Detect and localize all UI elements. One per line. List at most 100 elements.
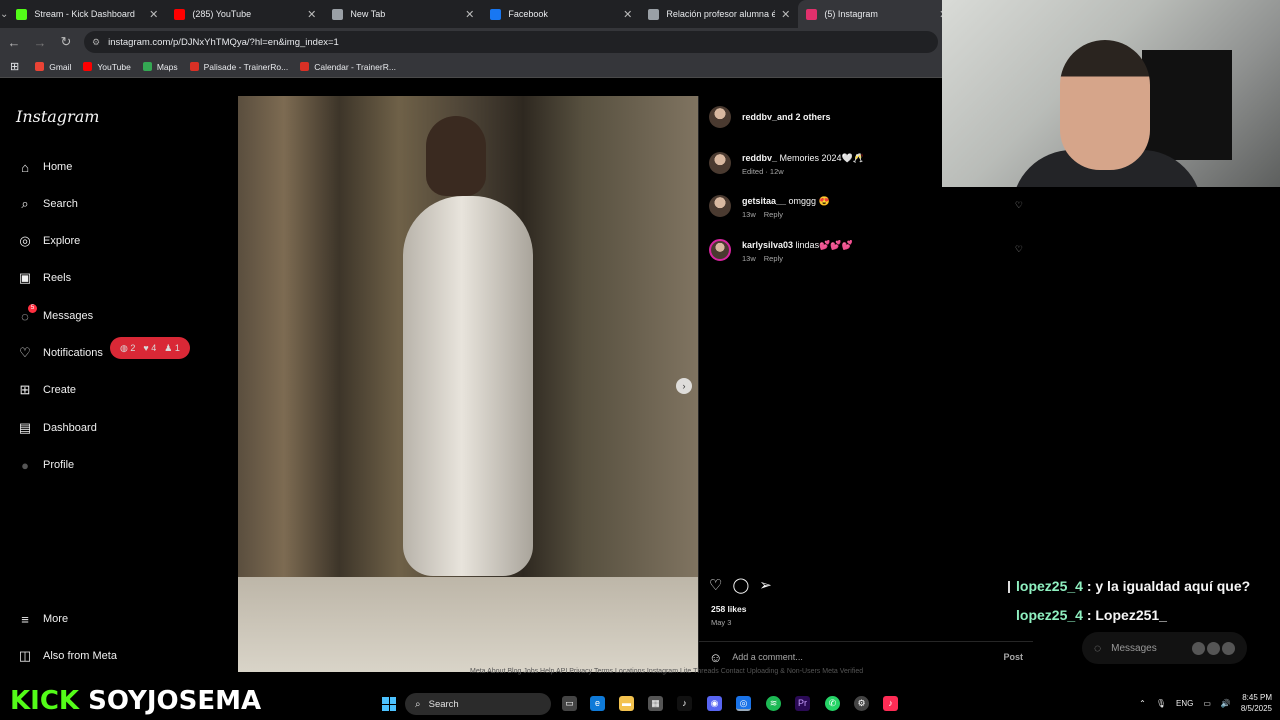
taskbar-clock[interactable]: 8:45 PM 8/5/2025 xyxy=(1241,692,1272,714)
emoji-icon[interactable]: ☺ xyxy=(709,650,722,665)
message-avatars xyxy=(1192,641,1235,655)
sidebar-item-label: Home xyxy=(43,161,73,173)
comment-text: getsitaa__ omggg 😍 xyxy=(742,195,830,207)
store-icon[interactable]: ▦ xyxy=(648,696,663,711)
post-image[interactable]: › xyxy=(238,96,698,672)
home-icon: ⌂ xyxy=(21,159,29,175)
chevron-up-icon[interactable]: ⌃ xyxy=(1139,699,1146,708)
commenter-avatar[interactable] xyxy=(709,152,731,174)
comment-username[interactable]: reddbv_ xyxy=(742,153,777,163)
close-tab-icon[interactable]: ✕ xyxy=(307,8,316,21)
like-heart-icon[interactable]: ♡ xyxy=(709,576,722,594)
post-author[interactable]: reddbv_ xyxy=(742,112,777,122)
site-info-icon[interactable]: ⚙ xyxy=(92,37,100,48)
commenter-avatar[interactable] xyxy=(709,195,731,217)
reload-icon[interactable]: ↻ xyxy=(54,30,78,54)
webcam-overlay xyxy=(942,0,1280,187)
next-image-arrow-icon[interactable]: › xyxy=(676,378,692,394)
reply-button[interactable]: Reply xyxy=(764,254,783,263)
comment-input[interactable]: Add a comment... xyxy=(732,652,1003,662)
bookmark-item[interactable]: Calendar - TrainerR... xyxy=(300,62,396,72)
footer-links[interactable]: Meta About Blog Jobs Help API Privacy Te… xyxy=(470,668,863,675)
comment-username[interactable]: getsitaa__ xyxy=(742,196,786,206)
windows-start-icon[interactable] xyxy=(382,697,396,711)
network-icon[interactable]: ▭ xyxy=(1203,699,1211,708)
file-explorer-icon[interactable]: ▬ xyxy=(619,696,634,711)
sidebar-item-label: Create xyxy=(43,384,77,396)
spotify-icon[interactable]: ≋ xyxy=(766,696,781,711)
bookmark-item[interactable]: Palisade - TrainerRo... xyxy=(189,61,289,72)
bookmark-item[interactable]: Maps xyxy=(142,62,178,72)
tab-search-chevron-icon[interactable]: ⌄ xyxy=(0,0,8,28)
close-tab-icon[interactable]: ✕ xyxy=(781,8,790,21)
browser-tab[interactable]: (5) Instagram✕ xyxy=(798,0,957,28)
sidebar-item-reels[interactable]: ▣ Reels xyxy=(16,268,71,288)
reply-button[interactable]: Reply xyxy=(764,210,783,219)
comment-like-heart-icon[interactable]: ♡ xyxy=(1015,244,1023,255)
bookmark-item[interactable]: YouTube xyxy=(83,61,131,72)
forward-arrow-icon[interactable]: → xyxy=(28,30,52,54)
tab-title: New Tab xyxy=(350,9,386,19)
volume-icon[interactable]: 🔊 xyxy=(1221,699,1231,708)
instagram-logo[interactable]: Instagram xyxy=(16,107,99,126)
taskbar-search[interactable]: ⌕ Search xyxy=(405,693,551,715)
bookmark-item[interactable]: Gmail xyxy=(35,62,71,72)
sidebar-item-also-from-meta[interactable]: ◫ Also from Meta xyxy=(16,646,117,666)
browser-tab[interactable]: (285) YouTube ✕ xyxy=(166,0,324,28)
tiktok-live-icon[interactable]: ♪ xyxy=(883,696,898,711)
sidebar-item-home[interactable]: ⌂ Home xyxy=(16,157,72,177)
comment-body: Memories 2024🤍🥂 xyxy=(777,153,864,163)
bookmark-label: Palisade - TrainerRo... xyxy=(203,61,289,72)
task-view-icon[interactable]: ▭ xyxy=(562,696,577,711)
bookmark-label: YouTube xyxy=(97,61,131,72)
comment-username[interactable]: karlysilva03 xyxy=(742,240,793,250)
close-tab-icon[interactable]: ✕ xyxy=(465,8,474,21)
chat-line: lopez25_4 : y la igualdad aquí que? xyxy=(1008,572,1250,601)
whatsapp-icon[interactable]: ✆ xyxy=(825,696,840,711)
sidebar-item-notifications[interactable]: ♡ Notifications xyxy=(16,343,103,363)
browser-tab[interactable]: Facebook ✕ xyxy=(482,0,640,28)
commenter-avatar[interactable] xyxy=(709,239,731,261)
browser-tab-bar: ⌄ Stream - Kick Dashboard ✕ (285) YouTube ✕… xyxy=(0,0,957,28)
premiere-icon[interactable]: Pr xyxy=(795,696,810,711)
streamer-name: SOYJOSEMA xyxy=(79,686,262,716)
sidebar-item-create[interactable]: ⊞ Create xyxy=(16,380,76,400)
messages-floating-button[interactable]: ◌ Messages xyxy=(1082,632,1247,664)
comment-meta: Edited · 12w xyxy=(742,167,864,176)
address-bar[interactable]: ⚙ instagram.com/p/DJNxYhTMQya/?hl=en&img… xyxy=(84,31,938,53)
comment-bubble-icon[interactable]: ◯ xyxy=(732,576,749,594)
messages-label: Messages xyxy=(1111,642,1157,654)
discord-icon[interactable]: ◉ xyxy=(707,696,722,711)
edge-icon[interactable]: e xyxy=(590,696,605,711)
sidebar-item-explore[interactable]: ◎ Explore xyxy=(16,231,80,251)
back-arrow-icon[interactable]: ← xyxy=(2,30,26,54)
sidebar-item-profile[interactable]: ● Profile xyxy=(16,455,74,475)
likes-count[interactable]: 258 likes xyxy=(711,604,746,614)
close-tab-icon[interactable]: ✕ xyxy=(149,8,158,21)
browser-tab[interactable]: New Tab ✕ xyxy=(324,0,482,28)
close-tab-icon[interactable]: ✕ xyxy=(623,8,632,21)
sidebar-item-more[interactable]: ≡ More xyxy=(16,609,68,629)
browser-tab[interactable]: Stream - Kick Dashboard ✕ xyxy=(8,0,166,28)
share-send-icon[interactable]: ➢ xyxy=(759,576,772,594)
settings-gear-icon[interactable]: ⚙ xyxy=(854,696,869,711)
profile-avatar: ● xyxy=(21,457,29,473)
sidebar-item-dashboard[interactable]: ▤ Dashboard xyxy=(16,418,97,438)
comment-like-heart-icon[interactable]: ♡ xyxy=(1015,200,1023,211)
taskbar-search-label: Search xyxy=(428,698,459,710)
microphone-icon[interactable]: 🎙 xyxy=(1156,699,1166,708)
tiktok-icon[interactable]: ♪ xyxy=(677,696,692,711)
author-avatar[interactable] xyxy=(709,106,731,128)
sidebar-item-search[interactable]: ⌕ Search xyxy=(16,194,78,214)
sidebar-item-label: Explore xyxy=(43,235,81,247)
post-collaborators[interactable]: and 2 others xyxy=(777,112,831,122)
apps-grid-icon[interactable]: ⊞ xyxy=(10,60,19,73)
post-header: reddbv_ and 2 others xyxy=(709,106,831,128)
bookmark-label: Gmail xyxy=(49,61,72,72)
background-monitor xyxy=(1142,50,1232,160)
language-indicator[interactable]: ENG xyxy=(1176,699,1193,708)
chrome-icon[interactable]: ◎ xyxy=(736,696,751,711)
tab-favicon-icon xyxy=(16,8,28,20)
post-comment-button[interactable]: Post xyxy=(1003,652,1023,662)
browser-tab[interactable]: Relación profesor alumna ética ✕ xyxy=(640,0,798,28)
